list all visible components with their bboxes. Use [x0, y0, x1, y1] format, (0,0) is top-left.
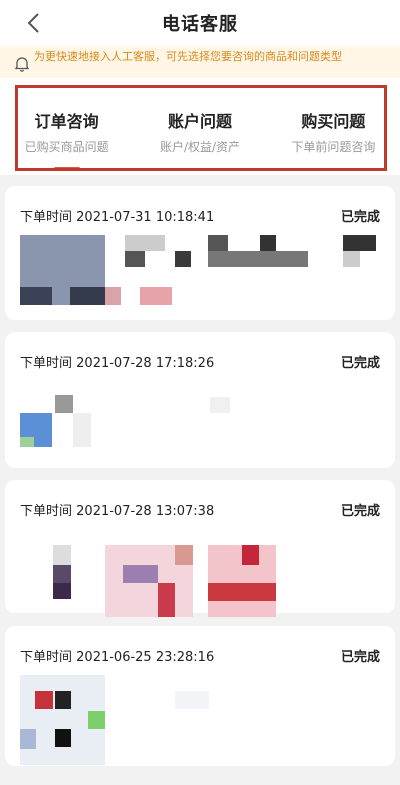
- product-image: [210, 397, 230, 413]
- product-thumbnails[interactable]: [20, 381, 380, 481]
- product-image: [105, 287, 121, 305]
- tab-subtitle: 账户/权益/资产: [159, 140, 241, 154]
- order-time: 下单时间 2021-07-28 13:07:38: [20, 500, 214, 519]
- order-time-value: 2021-06-25 23:28:16: [76, 650, 215, 665]
- order-time-label: 下单时间: [20, 650, 73, 665]
- product-image: [175, 251, 191, 267]
- product-image: [20, 287, 52, 305]
- product-thumbnails[interactable]: [20, 675, 380, 775]
- product-image: [158, 583, 175, 617]
- product-image: [175, 691, 209, 709]
- product-image: [20, 437, 34, 447]
- product-image: [208, 251, 308, 267]
- product-image: [125, 251, 145, 267]
- product-image: [55, 691, 71, 709]
- product-image: [260, 235, 276, 251]
- order-status: 已完成: [340, 210, 380, 225]
- active-tab-indicator: [53, 167, 80, 170]
- product-image: [175, 545, 193, 565]
- order-time: 下单时间 2021-07-31 10:18:41: [20, 206, 214, 225]
- order-status: 已完成: [340, 650, 380, 665]
- order-card[interactable]: 下单时间 2021-07-28 17:18:26 已完成: [5, 332, 395, 468]
- bell-icon: [14, 57, 30, 72]
- product-image: [125, 235, 165, 251]
- product-image: [70, 287, 105, 305]
- tab-subtitle: 下单前问题咨询: [291, 140, 376, 154]
- order-time-label: 下单时间: [20, 210, 73, 225]
- order-status: 已完成: [340, 356, 380, 371]
- order-time: 下单时间 2021-07-28 17:18:26: [20, 352, 214, 371]
- category-tabs: 订单咨询 已购买商品问题 账户问题 账户/权益/资产 购买问题 下单前问题咨询: [0, 78, 400, 175]
- product-image: [35, 691, 53, 709]
- tab-label: 账户问题: [167, 112, 232, 131]
- order-time-value: 2021-07-31 10:18:41: [76, 210, 215, 225]
- product-image: [55, 729, 71, 747]
- product-image: [140, 287, 172, 305]
- page-title: 电话客服: [162, 14, 238, 35]
- tab-subtitle: 已购买商品问题: [24, 140, 109, 154]
- product-thumbnails[interactable]: [20, 529, 380, 629]
- notice-banner: 为更快速地接入人工客服，可先选择您要咨询的商品和问题类型: [0, 46, 400, 78]
- tab-label: 购买问题: [301, 112, 366, 131]
- tab-account-issue[interactable]: 账户问题 账户/权益/资产: [133, 78, 266, 175]
- order-card[interactable]: 下单时间 2021-07-31 10:18:41 已完成: [5, 186, 395, 320]
- product-image: [88, 711, 105, 729]
- product-image: [208, 235, 228, 251]
- product-image: [53, 565, 71, 583]
- order-time-label: 下单时间: [20, 504, 73, 519]
- product-image: [20, 729, 36, 749]
- product-image: [55, 395, 73, 413]
- tab-purchase-issue[interactable]: 购买问题 下单前问题咨询: [267, 78, 400, 175]
- order-time-value: 2021-07-28 17:18:26: [76, 356, 215, 371]
- order-time-label: 下单时间: [20, 356, 73, 371]
- order-time-value: 2021-07-28 13:07:38: [76, 504, 215, 519]
- product-image: [343, 251, 360, 267]
- product-image: [208, 583, 276, 601]
- product-image: [242, 545, 259, 565]
- order-status: 已完成: [340, 504, 380, 519]
- tab-order-consult[interactable]: 订单咨询 已购买商品问题: [0, 78, 133, 175]
- product-image: [73, 413, 91, 447]
- product-image: [123, 565, 158, 583]
- order-card[interactable]: 下单时间 2021-06-25 23:28:16 已完成: [5, 626, 395, 766]
- order-card[interactable]: 下单时间 2021-07-28 13:07:38 已完成: [5, 480, 395, 617]
- product-image: [53, 545, 71, 565]
- product-image: [343, 235, 376, 251]
- order-time: 下单时间 2021-06-25 23:28:16: [20, 646, 214, 665]
- back-arrow-icon[interactable]: [20, 8, 48, 38]
- product-thumbnails[interactable]: [20, 235, 380, 335]
- top-bar: 电话客服: [0, 0, 400, 46]
- product-image: [53, 583, 71, 599]
- notice-text: 为更快速地接入人工客服，可先选择您要咨询的商品和问题类型: [34, 50, 342, 63]
- tab-label: 订单咨询: [34, 112, 99, 131]
